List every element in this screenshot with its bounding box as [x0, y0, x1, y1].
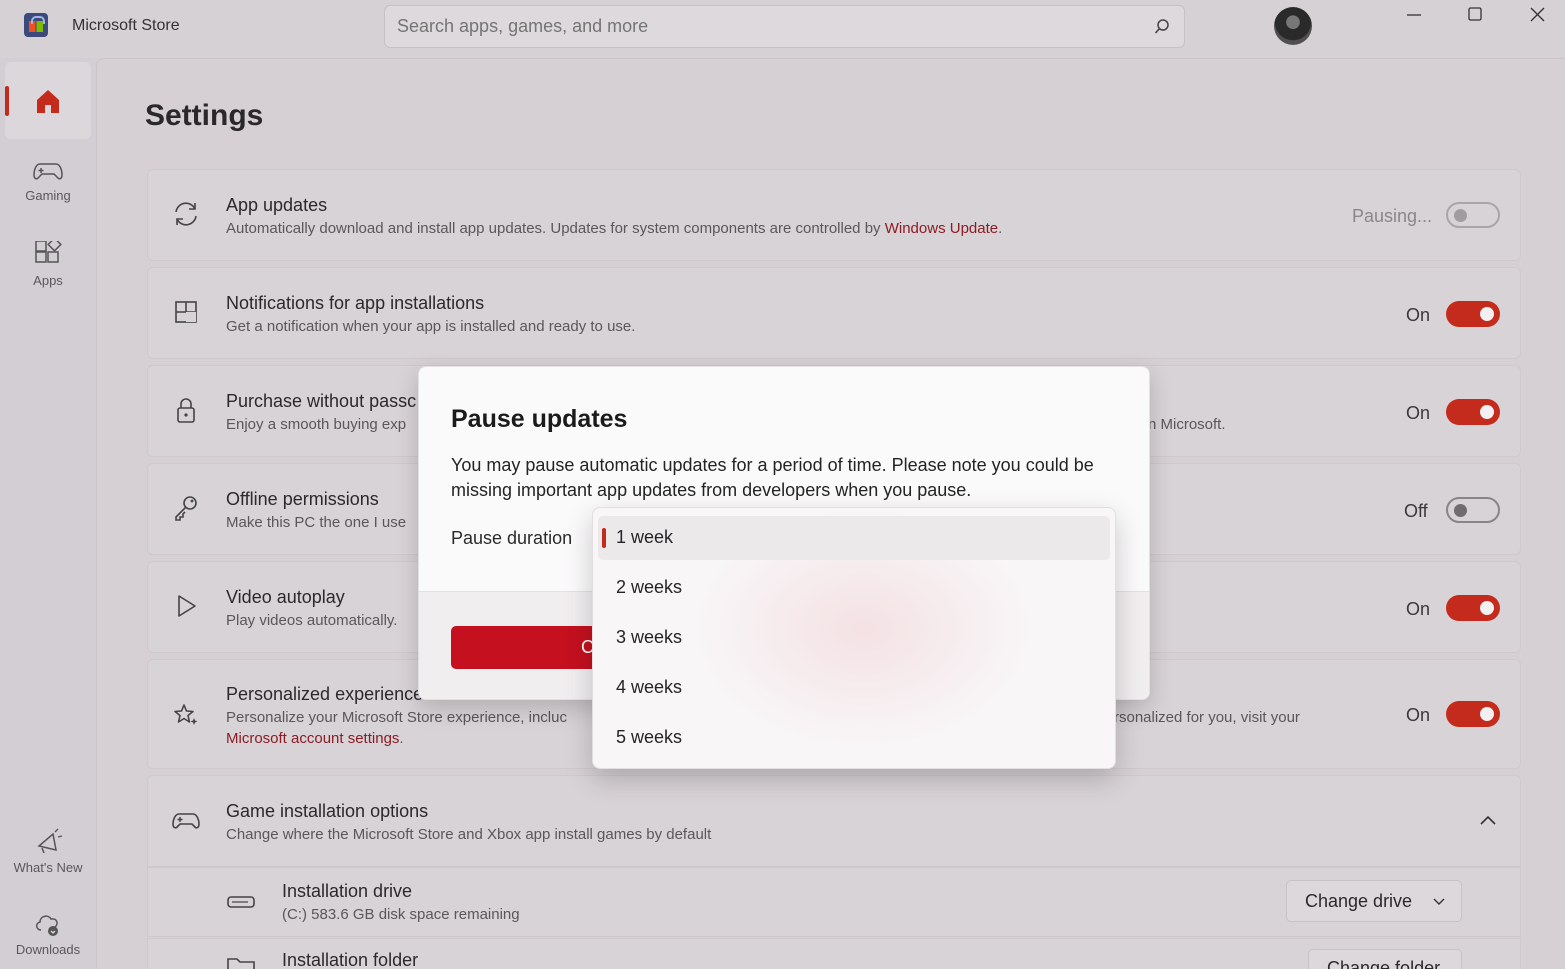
search-box[interactable]	[384, 5, 1185, 48]
setting-description: Change where the Microsoft Store and Xbo…	[226, 826, 712, 843]
change-drive-button[interactable]: Change drive	[1286, 880, 1462, 922]
setting-description-tail: rsonalized for you, visit your	[1114, 709, 1300, 726]
notification-app-icon	[175, 301, 197, 323]
installation-drive-row: Installation drive (C:) 583.6 GB disk sp…	[147, 867, 1521, 937]
installation-drive-desc: (C:) 583.6 GB disk space remaining	[282, 906, 520, 923]
lock-icon	[177, 398, 195, 423]
nav-item-gaming[interactable]: Gaming	[5, 158, 91, 203]
setting-description: Get a notification when your app is inst…	[226, 318, 636, 335]
installation-drive-title: Installation drive	[282, 881, 413, 901]
setting-title: Purchase without passc	[226, 391, 417, 411]
option-label: 2 weeks	[616, 577, 683, 597]
chevron-down-icon	[1433, 898, 1445, 905]
nav-label-gaming: Gaming	[25, 188, 71, 203]
setting-game-installation-options[interactable]: Game installation options Change where t…	[147, 775, 1521, 867]
toggle-state-label: On	[1406, 403, 1431, 423]
nav-item-downloads[interactable]: Downloads	[5, 910, 91, 957]
app-updates-toggle[interactable]	[1446, 202, 1500, 228]
pause-duration-label: Pause duration	[451, 528, 573, 548]
maximize-icon[interactable]	[1447, 0, 1503, 32]
toggle-state-label: Pausing...	[1352, 206, 1433, 226]
nav-item-apps[interactable]: Apps	[5, 241, 91, 288]
setting-description-tail: n Microsoft.	[1148, 416, 1226, 433]
setting-description: Automatically download and install app u…	[226, 220, 1002, 237]
toggle-state-label: Off	[1404, 501, 1428, 521]
folder-icon	[227, 958, 255, 969]
setting-description-link-line: Microsoft account settings.	[226, 730, 404, 747]
chevron-up-icon[interactable]	[1478, 812, 1498, 828]
selection-indicator	[5, 86, 9, 116]
setting-description: Enjoy a smooth buying exp	[226, 416, 407, 433]
drive-icon	[227, 896, 255, 908]
option-1-week[interactable]: 1 week	[598, 516, 1110, 560]
avatar[interactable]	[1274, 7, 1312, 45]
installation-folder-title: Installation folder	[282, 950, 419, 969]
toggle-state-label: On	[1406, 599, 1431, 619]
minimize-icon[interactable]	[1386, 0, 1442, 32]
windows-update-link[interactable]: Windows Update	[885, 220, 998, 237]
nav-label-apps: Apps	[33, 273, 63, 288]
toggle-state-label: On	[1406, 705, 1431, 725]
microsoft-account-settings-link[interactable]: Microsoft account settings	[226, 730, 399, 747]
page-title: Settings	[145, 99, 264, 132]
purchase-toggle[interactable]	[1446, 399, 1500, 425]
store-logo-icon	[24, 13, 48, 37]
setting-title: Offline permissions	[226, 489, 379, 509]
nav-item-home[interactable]	[5, 62, 91, 139]
setting-app-updates: App updates Automatically download and i…	[147, 169, 1521, 261]
description-text: Automatically download and install app u…	[226, 220, 885, 237]
option-4-weeks[interactable]: 4 weeks	[598, 666, 1110, 710]
search-icon[interactable]	[1154, 18, 1170, 36]
nav-label-whats-new: What's New	[13, 860, 83, 875]
installation-folder-row: Installation folder Change folder	[147, 938, 1521, 969]
change-folder-label: Change folder	[1327, 958, 1441, 969]
offline-permissions-toggle[interactable]	[1446, 497, 1500, 523]
toggle-state-label: On	[1406, 305, 1431, 325]
setting-description: Personalize your Microsoft Store experie…	[226, 709, 567, 726]
change-folder-button[interactable]: Change folder	[1308, 949, 1462, 969]
app-title: Microsoft Store	[72, 17, 180, 34]
megaphone-icon	[37, 828, 63, 854]
description-end: .	[399, 730, 404, 747]
option-label: 1 week	[616, 527, 674, 547]
setting-notifications: Notifications for app installations Get …	[147, 267, 1521, 359]
nav-item-whats-new[interactable]: What's New	[5, 828, 91, 875]
option-5-weeks[interactable]: 5 weeks	[598, 716, 1110, 760]
play-icon	[178, 595, 196, 617]
home-icon	[37, 90, 59, 113]
option-label: 4 weeks	[616, 677, 683, 697]
apps-icon	[35, 241, 62, 263]
gamepad-icon	[33, 163, 63, 180]
dialog-title: Pause updates	[451, 405, 628, 433]
dialog-message: You may pause automatic updates for a pe…	[451, 455, 1094, 500]
downloads-icon	[36, 915, 58, 936]
title-bar: Microsoft Store	[0, 0, 1565, 58]
gamepad-icon	[172, 813, 200, 829]
search-input[interactable]	[397, 16, 1137, 37]
setting-description: Play videos automatically.	[226, 612, 398, 629]
video-autoplay-toggle[interactable]	[1446, 595, 1500, 621]
setting-title: App updates	[226, 195, 328, 215]
setting-description: Make this PC the one I use	[226, 514, 407, 531]
notifications-toggle[interactable]	[1446, 301, 1500, 327]
option-label: 5 weeks	[616, 727, 683, 747]
change-drive-label: Change drive	[1305, 891, 1413, 911]
setting-title: Personalized experience	[226, 684, 424, 704]
setting-title: Game installation options	[226, 801, 429, 821]
setting-title: Notifications for app installations	[226, 293, 485, 313]
nav-label-downloads: Downloads	[15, 942, 81, 957]
description-end: .	[998, 220, 1003, 237]
personalized-experience-toggle[interactable]	[1446, 701, 1500, 727]
refresh-icon	[175, 202, 197, 226]
option-3-weeks[interactable]: 3 weeks	[598, 616, 1110, 660]
option-label: 3 weeks	[616, 627, 683, 647]
nav-rail: Gaming Apps What's New Downloads	[0, 58, 96, 969]
sparkle-star-icon	[174, 704, 198, 725]
key-icon	[175, 496, 197, 521]
setting-title: Video autoplay	[226, 587, 345, 607]
option-2-weeks[interactable]: 2 weeks	[598, 566, 1110, 610]
close-icon[interactable]	[1509, 0, 1565, 32]
pause-duration-dropdown: 1 week 2 weeks 3 weeks 4 weeks 5 weeks	[592, 507, 1116, 769]
